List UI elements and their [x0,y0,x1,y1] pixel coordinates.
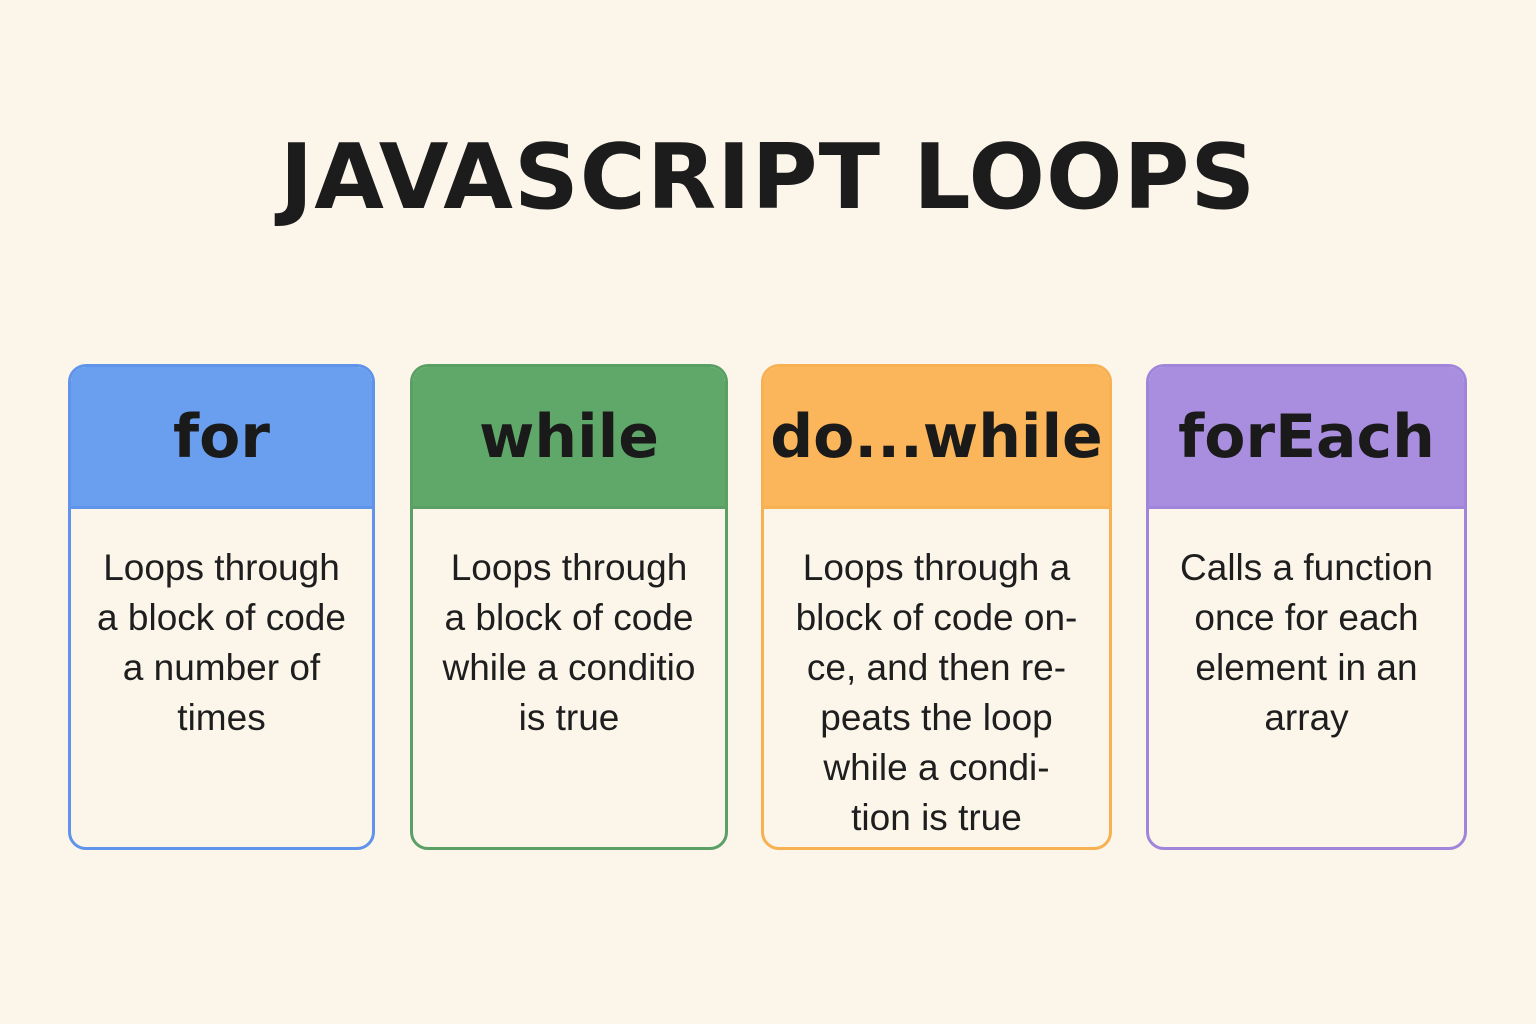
card-header: do...while [764,367,1109,509]
card-description: Loops through a block of code while a co… [442,547,696,738]
loop-card-foreach: forEach Calls a function once for each e… [1146,364,1467,850]
card-description: Calls a function once for each element i… [1180,547,1433,738]
loop-card-for: for Loops through a block of code a numb… [68,364,375,850]
card-header: for [71,367,372,509]
loop-card-do-while: do...while Loops through a block of code… [761,364,1112,850]
card-header: while [413,367,725,509]
card-header: forEach [1149,367,1464,509]
card-title: forEach [1178,401,1435,472]
card-title: do...while [770,401,1103,472]
card-description: Loops through a block of code on- ce, an… [795,547,1078,838]
page-title: JAVASCRIPT LOOPS [279,125,1257,230]
card-title: while [479,401,659,472]
loop-card-while: while Loops through a block of code whil… [410,364,728,850]
card-title: for [173,401,270,472]
card-description: Loops through a block of code a number o… [97,547,346,738]
